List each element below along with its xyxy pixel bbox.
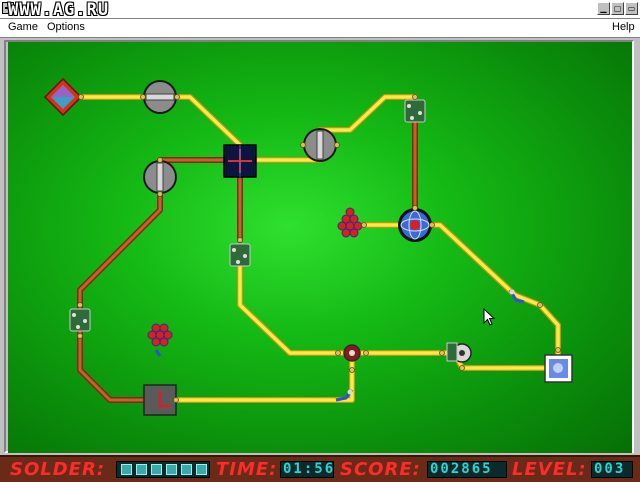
solder-cell xyxy=(166,464,177,475)
title-bar: WWW.AG.RU ▁ ▢ ▭ xyxy=(0,0,640,20)
status-bar: SOLDER: TIME: 01:56 SCORE: 002865 LEVEL:… xyxy=(0,455,640,482)
target-bulb-icon[interactable] xyxy=(544,354,573,383)
menu-help[interactable]: Help xyxy=(612,21,635,33)
time-label: TIME: xyxy=(216,459,278,480)
relay-icon[interactable] xyxy=(154,349,162,357)
solder-label: SOLDER: xyxy=(10,459,106,480)
rotary-switch-icon[interactable] xyxy=(143,160,177,194)
solder-cell xyxy=(151,464,162,475)
component-chip-icon[interactable] xyxy=(69,308,91,332)
power-source-icon[interactable] xyxy=(43,77,83,117)
bulb-cluster-icon[interactable] xyxy=(337,207,363,238)
menu-options[interactable]: Options xyxy=(47,21,85,33)
circuit-svg xyxy=(43,77,573,416)
watermark-text: WWW.AG.RU xyxy=(8,0,110,20)
menu-bar: Game Options Help xyxy=(0,19,640,38)
cross-junction-icon[interactable] xyxy=(223,144,257,178)
level-label: LEVEL: xyxy=(512,459,587,480)
minimize-button[interactable]: ▁ xyxy=(597,2,610,15)
maximize-button[interactable]: ▢ xyxy=(611,2,624,15)
rotary-switch-icon[interactable] xyxy=(143,80,177,114)
rotary-switch-icon[interactable] xyxy=(303,128,337,162)
restore-button[interactable]: ▭ xyxy=(625,2,638,15)
score-display: 002865 xyxy=(427,461,507,478)
solder-meter xyxy=(116,461,210,478)
battery-box-icon[interactable] xyxy=(143,384,177,416)
time-display: 01:56 xyxy=(280,461,334,478)
solder-cell xyxy=(181,464,192,475)
bulb-cluster-icon[interactable] xyxy=(147,323,173,347)
solder-cell xyxy=(196,464,207,475)
solder-cell xyxy=(121,464,132,475)
score-label: SCORE: xyxy=(340,459,421,480)
component-chip-icon[interactable] xyxy=(229,243,251,267)
globe-component-icon[interactable] xyxy=(398,208,432,242)
component-chip-icon[interactable] xyxy=(404,99,426,123)
motor-icon[interactable] xyxy=(446,342,472,363)
mouse-cursor-icon xyxy=(483,308,496,326)
solder-cell xyxy=(136,464,147,475)
menu-game[interactable]: Game xyxy=(8,21,38,33)
valve-icon[interactable] xyxy=(343,344,361,362)
level-display: 003 xyxy=(591,461,633,478)
game-board[interactable] xyxy=(8,42,632,453)
